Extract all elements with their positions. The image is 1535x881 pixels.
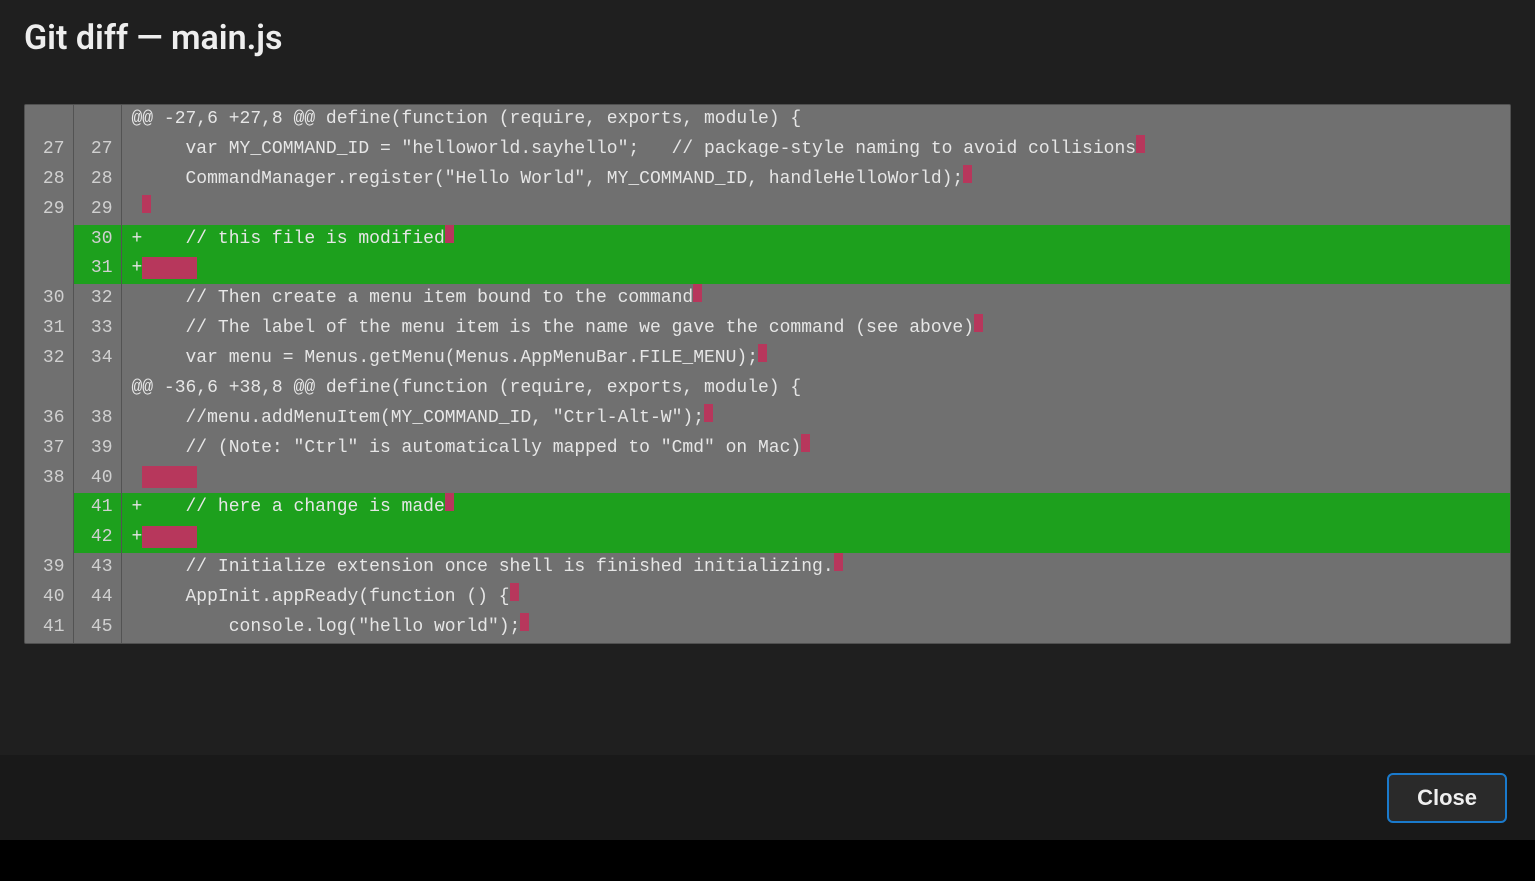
diff-line-context: 3032 // Then create a menu item bound to… [25, 284, 1510, 314]
dialog-footer: Close [0, 755, 1535, 840]
gutter-old [25, 374, 73, 404]
gutter-new: 41 [73, 493, 121, 523]
trailing-whitespace-marker [520, 613, 529, 631]
diff-line-add: 42+ [25, 523, 1510, 553]
gutter-old: 27 [25, 135, 73, 165]
gutter-new: 28 [73, 165, 121, 195]
trailing-whitespace-marker [693, 284, 702, 302]
gutter-old: 29 [25, 195, 73, 225]
gutter-old [25, 105, 73, 135]
diff-line-context: 2727 var MY_COMMAND_ID = "helloworld.say… [25, 135, 1510, 165]
diff-code: // Then create a menu item bound to the … [121, 284, 1510, 314]
gutter-old: 31 [25, 314, 73, 344]
diff-table: @@ -27,6 +27,8 @@ define(function (requi… [25, 105, 1510, 643]
diff-code: + // this file is modified [121, 225, 1510, 255]
gutter-old: 28 [25, 165, 73, 195]
diff-line-context: 3234 var menu = Menus.getMenu(Menus.AppM… [25, 344, 1510, 374]
trailing-whitespace-marker [445, 225, 454, 243]
trailing-whitespace-marker [704, 404, 713, 422]
gutter-new [73, 374, 121, 404]
diff-code: //menu.addMenuItem(MY_COMMAND_ID, "Ctrl-… [121, 404, 1510, 434]
trailing-whitespace-marker [142, 526, 197, 548]
trailing-whitespace-marker [1136, 135, 1145, 153]
diff-code: @@ -27,6 +27,8 @@ define(function (requi… [121, 105, 1510, 135]
diff-code: AppInit.appReady(function () { [121, 583, 1510, 613]
gutter-old: 36 [25, 404, 73, 434]
trailing-whitespace-marker [510, 583, 519, 601]
gutter-new: 44 [73, 583, 121, 613]
gutter-old: 38 [25, 464, 73, 494]
gutter-new [73, 105, 121, 135]
gutter-old: 32 [25, 344, 73, 374]
diff-code [121, 464, 1510, 494]
diff-line-context: 3943 // Initialize extension once shell … [25, 553, 1510, 583]
diff-code: var menu = Menus.getMenu(Menus.AppMenuBa… [121, 344, 1510, 374]
trailing-whitespace-marker [963, 165, 972, 183]
trailing-whitespace-marker [142, 195, 151, 213]
gutter-new: 30 [73, 225, 121, 255]
diff-line-context: 2929 [25, 195, 1510, 225]
gutter-old: 40 [25, 583, 73, 613]
diff-code [121, 195, 1510, 225]
close-button[interactable]: Close [1387, 773, 1507, 823]
diff-code: + // here a change is made [121, 493, 1510, 523]
gutter-new: 29 [73, 195, 121, 225]
diff-code: // Initialize extension once shell is fi… [121, 553, 1510, 583]
diff-code: console.log("hello world"); [121, 613, 1510, 643]
git-diff-dialog: Git diff — main.js @@ -27,6 +27,8 @@ def… [0, 0, 1535, 836]
diff-viewer[interactable]: @@ -27,6 +27,8 @@ define(function (requi… [24, 104, 1511, 644]
gutter-new: 31 [73, 254, 121, 284]
diff-line-context: 4044 AppInit.appReady(function () { [25, 583, 1510, 613]
gutter-new: 39 [73, 434, 121, 464]
diff-line-context: 3133 // The label of the menu item is th… [25, 314, 1510, 344]
diff-line-context: 3739 // (Note: "Ctrl" is automatically m… [25, 434, 1510, 464]
diff-code: // The label of the menu item is the nam… [121, 314, 1510, 344]
diff-line-hunk: @@ -27,6 +27,8 @@ define(function (requi… [25, 105, 1510, 135]
diff-line-context: 3840 [25, 464, 1510, 494]
gutter-old: 41 [25, 613, 73, 643]
trailing-whitespace-marker [445, 493, 454, 511]
diff-code: // (Note: "Ctrl" is automatically mapped… [121, 434, 1510, 464]
gutter-new: 38 [73, 404, 121, 434]
diff-code: + [121, 523, 1510, 553]
gutter-new: 45 [73, 613, 121, 643]
diff-line-add: 41+ // here a change is made [25, 493, 1510, 523]
trailing-whitespace-marker [142, 257, 197, 279]
trailing-whitespace-marker [974, 314, 983, 332]
diff-line-context: 4145 console.log("hello world"); [25, 613, 1510, 643]
diff-line-add: 31+ [25, 254, 1510, 284]
diff-code: var MY_COMMAND_ID = "helloworld.sayhello… [121, 135, 1510, 165]
gutter-old [25, 493, 73, 523]
gutter-new: 42 [73, 523, 121, 553]
gutter-old: 39 [25, 553, 73, 583]
diff-line-context: 2828 CommandManager.register("Hello Worl… [25, 165, 1510, 195]
gutter-old [25, 254, 73, 284]
gutter-old: 30 [25, 284, 73, 314]
diff-code: @@ -36,6 +38,8 @@ define(function (requi… [121, 374, 1510, 404]
trailing-whitespace-marker [801, 434, 810, 452]
gutter-new: 27 [73, 135, 121, 165]
gutter-old [25, 523, 73, 553]
gutter-old: 37 [25, 434, 73, 464]
gutter-new: 40 [73, 464, 121, 494]
gutter-new: 43 [73, 553, 121, 583]
trailing-whitespace-marker [834, 553, 843, 571]
dialog-title: Git diff — main.js [0, 0, 1535, 104]
diff-line-hunk: @@ -36,6 +38,8 @@ define(function (requi… [25, 374, 1510, 404]
trailing-whitespace-marker [142, 466, 197, 488]
trailing-whitespace-marker [758, 344, 767, 362]
diff-line-add: 30+ // this file is modified [25, 225, 1510, 255]
gutter-old [25, 225, 73, 255]
gutter-new: 34 [73, 344, 121, 374]
gutter-new: 33 [73, 314, 121, 344]
gutter-new: 32 [73, 284, 121, 314]
diff-code: + [121, 254, 1510, 284]
diff-line-context: 3638 //menu.addMenuItem(MY_COMMAND_ID, "… [25, 404, 1510, 434]
diff-code: CommandManager.register("Hello World", M… [121, 165, 1510, 195]
